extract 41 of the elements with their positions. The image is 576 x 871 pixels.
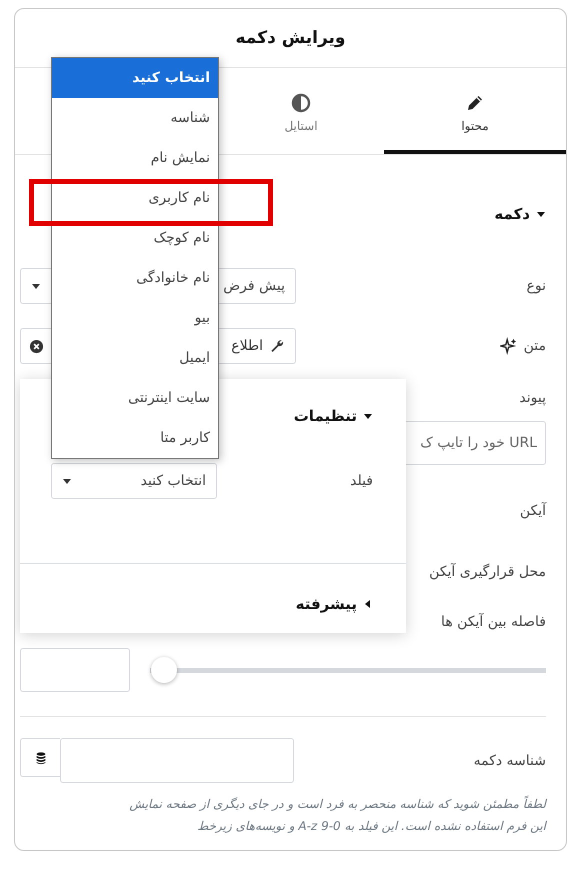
text-field[interactable] bbox=[60, 738, 294, 783]
field-label: متن bbox=[524, 338, 546, 354]
caret-down-icon bbox=[31, 281, 41, 291]
caret-down-icon bbox=[62, 476, 72, 486]
dropdown-option[interactable]: نام کاربری bbox=[52, 178, 218, 218]
section-title[interactable]: دکمه bbox=[494, 205, 530, 223]
slider-handle[interactable] bbox=[151, 657, 177, 683]
dropdown-option[interactable]: شناسه bbox=[52, 98, 218, 138]
dropdown-option[interactable]: انتخاب کنید bbox=[52, 58, 218, 98]
clear-button[interactable] bbox=[20, 328, 52, 364]
field-label: فیلد bbox=[350, 473, 373, 489]
field-label: محل قرارگیری آیکن bbox=[429, 564, 546, 580]
section-title[interactable]: پیشرفته bbox=[296, 595, 357, 613]
sparkle-icon[interactable] bbox=[500, 337, 518, 355]
dropdown-option[interactable]: نام خانوادگی bbox=[52, 258, 218, 298]
dropdown-option[interactable]: کاربر متا bbox=[52, 418, 218, 458]
dropdown-option[interactable]: بیو bbox=[52, 298, 218, 338]
dropdown-option[interactable]: نام کوچک bbox=[52, 218, 218, 258]
caret-left-icon[interactable] bbox=[363, 599, 373, 609]
wrench-icon bbox=[269, 338, 285, 354]
panel-title: ویرایش دکمه bbox=[236, 28, 346, 48]
help-text: لطفاً مطمئن شوید که شناسه منحصر به فرد است و در جای دیگری از صفحه نمایش این فرم استفاده نشده است. این فیلد به 0-9 A-z و نویسه‌های زیرخط bbox=[128, 794, 546, 835]
dropdown-option[interactable]: نمایش نام bbox=[52, 138, 218, 178]
dropdown-option[interactable]: سایت اینترنتی bbox=[52, 378, 218, 418]
field-label: نوع bbox=[526, 278, 546, 294]
field-label: پیوند bbox=[519, 390, 546, 406]
close-icon bbox=[29, 338, 44, 354]
tab[interactable]: استایل bbox=[218, 68, 384, 154]
contrast-icon bbox=[291, 93, 311, 113]
caret-down-icon[interactable] bbox=[536, 209, 546, 219]
field-label: آیکن bbox=[520, 503, 546, 519]
number-field[interactable] bbox=[20, 648, 130, 692]
tab[interactable]: محتوا bbox=[384, 68, 566, 154]
pencil-icon bbox=[465, 93, 485, 113]
dynamic-tags-button[interactable] bbox=[20, 738, 60, 777]
field-select[interactable]: انتخاب کنید bbox=[51, 463, 217, 499]
dropdown-option[interactable]: ایمیل bbox=[52, 338, 218, 378]
database-icon bbox=[34, 750, 48, 764]
field-label: فاصله بین آیکن ها bbox=[441, 614, 546, 630]
field-label: شناسه دکمه bbox=[474, 752, 546, 768]
section-title[interactable]: تنظیمات bbox=[294, 407, 357, 425]
